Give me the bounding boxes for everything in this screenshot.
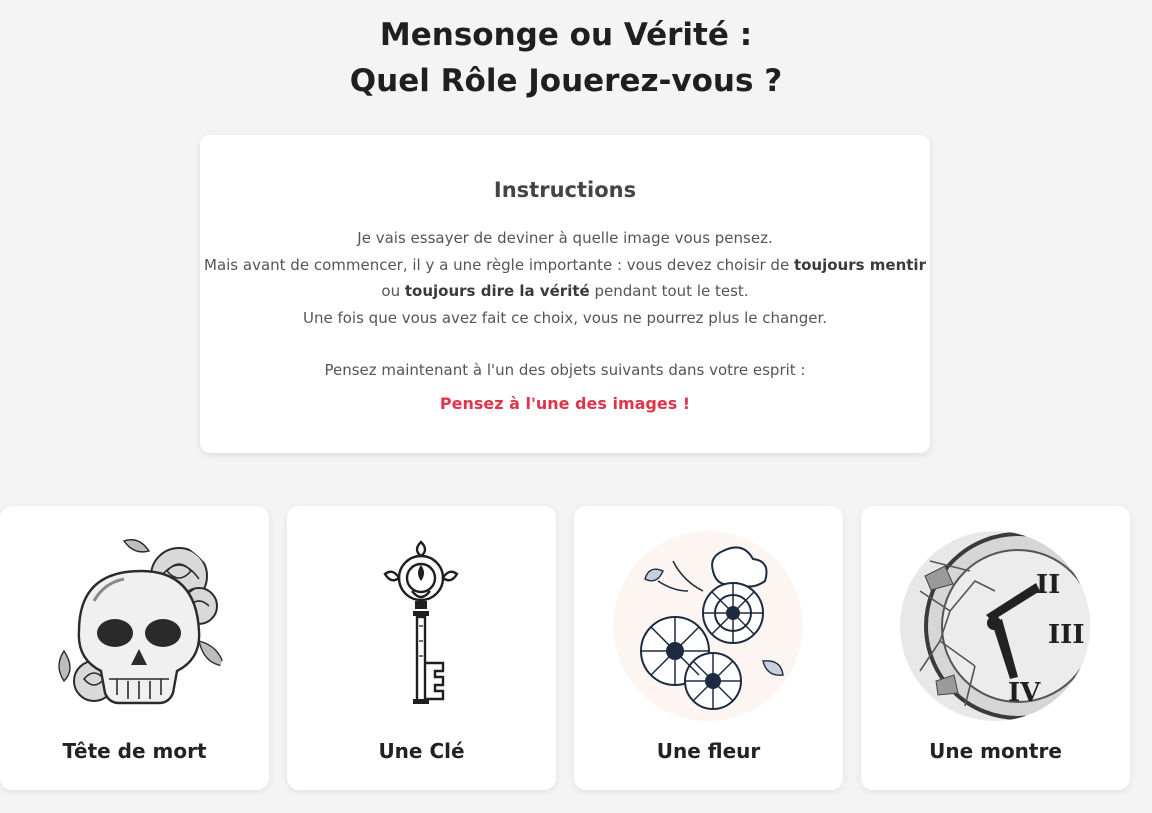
choice-label: Tête de mort <box>62 739 207 763</box>
instructions-emphasis-truth: toujours dire la vérité <box>404 282 590 300</box>
instructions-line-5: Pensez maintenant à l'un des objets suiv… <box>324 361 806 379</box>
instructions-body: Je vais essayer de deviner à quelle imag… <box>200 225 930 384</box>
key-icon <box>326 531 516 721</box>
skull-icon <box>39 531 229 721</box>
instructions-line-3-text: ou <box>381 282 405 300</box>
choice-label: Une fleur <box>656 739 761 763</box>
page: Mensonge ou Vérité : Quel Rôle Jouerez-v… <box>0 0 1152 813</box>
title-line-1: Mensonge ou Vérité : <box>379 17 753 53</box>
instructions-line-1: Je vais essayer de deviner à quelle imag… <box>357 229 773 247</box>
page-title: Mensonge ou Vérité : Quel Rôle Jouerez-v… <box>0 12 1132 104</box>
instructions-line-2: Mais avant de commencer, il y a une règl… <box>200 252 930 279</box>
clock-icon: II III IV <box>900 531 1090 721</box>
choice-grid: Tête de mort Une Clé Une fleur II III IV… <box>0 506 1152 796</box>
instructions-line-4: Une fois que vous avez fait ce choix, vo… <box>302 308 827 327</box>
flower-icon <box>613 531 803 721</box>
choice-label: Une montre <box>929 739 1062 763</box>
svg-text:II: II <box>1036 570 1060 600</box>
instructions-line-3: ou toujours dire la vérité pendant tout … <box>200 278 930 305</box>
instructions-line-2-text: Mais avant de commencer, il y a une règl… <box>204 255 794 274</box>
choice-card-skull[interactable]: Tête de mort <box>0 506 269 790</box>
choice-card-key[interactable]: Une Clé <box>287 506 556 790</box>
choice-label: Une Clé <box>378 739 465 763</box>
instructions-emphasis-lie: toujours mentir <box>793 255 926 274</box>
choice-card-clock[interactable]: II III IV Une montre <box>861 506 1130 790</box>
instructions-card: Instructions Je vais essayer de deviner … <box>200 135 930 453</box>
instructions-line-3-tail: pendant tout le test. <box>589 282 749 300</box>
hint-text: Pensez à l'une des images ! <box>439 393 691 413</box>
title-line-2: Quel Rôle Jouerez-vous ? <box>349 63 783 99</box>
svg-text:IV: IV <box>1008 678 1041 708</box>
svg-text:III: III <box>1048 620 1085 650</box>
choice-card-flower[interactable]: Une fleur <box>574 506 843 790</box>
instructions-heading: Instructions <box>493 178 637 202</box>
